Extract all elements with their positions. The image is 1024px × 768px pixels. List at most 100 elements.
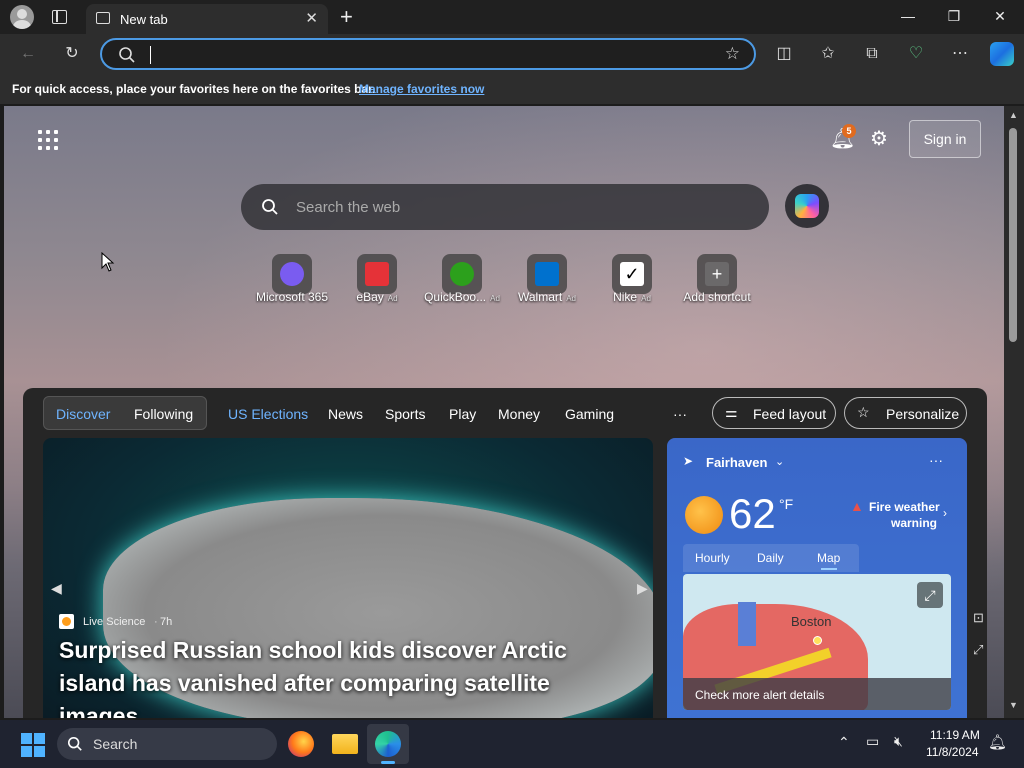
tab-discover[interactable]: Discover: [56, 406, 110, 422]
file-explorer-icon[interactable]: [332, 734, 358, 754]
page-scrollbar[interactable]: ▲ ▼: [1004, 106, 1024, 718]
favorites-bar: For quick access, place your favorites h…: [0, 74, 1024, 104]
restore-icon[interactable]: ❐: [944, 8, 964, 25]
web-search-placeholder: Search the web: [296, 199, 401, 216]
weather-alert-map[interactable]: Boston ⤢ Check more alert details: [683, 574, 951, 710]
shortcut-label[interactable]: Add shortcut: [672, 290, 762, 304]
nav-news[interactable]: News: [328, 406, 363, 422]
notification-center-bell-icon[interactable]: 🔔︎: [988, 733, 1007, 751]
tab-actions-icon[interactable]: [52, 10, 67, 24]
network-icon[interactable]: ▭: [866, 733, 879, 750]
shortcut-quickbooks[interactable]: [442, 254, 482, 294]
alert-chevron-icon[interactable]: ›: [943, 506, 947, 520]
favorite-star-icon[interactable]: ☆: [725, 44, 740, 64]
tab-daily[interactable]: Daily: [757, 551, 784, 565]
scroll-down-icon[interactable]: ▼: [1009, 700, 1018, 710]
profile-avatar[interactable]: [10, 5, 34, 29]
favorites-icon[interactable]: ✩: [818, 44, 838, 64]
browser-essentials-icon[interactable]: ♡: [906, 44, 926, 64]
tab-new-tab[interactable]: New tab ✕: [86, 4, 328, 34]
alert-line-1[interactable]: Fire weather: [869, 500, 940, 514]
shortcut-label[interactable]: QuickBoo... Ad: [417, 290, 507, 304]
microsoft365-icon: [280, 262, 304, 286]
tab-following[interactable]: Following: [134, 406, 193, 422]
volume-muted-icon[interactable]: 🔇︎: [894, 733, 903, 750]
nav-gaming[interactable]: Gaming: [565, 406, 614, 422]
firefox-icon[interactable]: [288, 731, 314, 757]
taskbar-search-box[interactable]: Search: [57, 728, 277, 760]
scroll-up-icon[interactable]: ▲: [1009, 110, 1018, 120]
split-screen-icon[interactable]: ◫: [774, 44, 794, 64]
expand-icon[interactable]: ⤢: [973, 642, 983, 658]
tab-map[interactable]: Map: [817, 551, 840, 565]
hero-story-card[interactable]: ◀ ▶ Live Science · 7h Surprised Russian …: [43, 438, 653, 718]
nav-money[interactable]: Money: [498, 406, 540, 422]
shortcut-label[interactable]: eBay Ad: [332, 290, 422, 304]
feed-layout-label: Feed layout: [753, 406, 827, 422]
start-windows-icon[interactable]: [21, 733, 45, 757]
scrollbar-thumb[interactable]: [1009, 128, 1017, 342]
feedback-image-icon[interactable]: ⊡: [973, 610, 984, 626]
shortcut-walmart[interactable]: [527, 254, 567, 294]
edge-taskbar-button[interactable]: [367, 724, 409, 764]
refresh-icon[interactable]: ↻: [62, 44, 82, 64]
nav-play[interactable]: Play: [449, 406, 476, 422]
personalize-button[interactable]: ☆ Personalize: [844, 397, 967, 429]
weather-card[interactable]: ➤ Fairhaven ⌄ ··· 62 °F ▲ Fire weather w…: [667, 438, 967, 718]
alert-details-bar[interactable]: Check more alert details: [683, 678, 951, 710]
story-headline[interactable]: Surprised Russian school kids discover A…: [59, 634, 629, 718]
shortcut-ebay[interactable]: [357, 254, 397, 294]
quickbooks-icon: [450, 262, 474, 286]
carousel-next-icon[interactable]: ▶: [637, 580, 648, 597]
shortcut-plus[interactable]: +: [697, 254, 737, 294]
story-age: 7h: [160, 616, 173, 628]
taskbar: Search ⌃ ▭ 🔇︎ 11:19 AM 11/8/2024 🔔︎: [0, 720, 1024, 768]
feed-layout-button[interactable]: ⚌ Feed layout: [712, 397, 836, 429]
back-icon[interactable]: ←: [18, 44, 38, 64]
alert-details-link: Check more alert details: [695, 688, 825, 702]
shortcut-label[interactable]: Nike Ad: [587, 290, 677, 304]
more-menu-icon[interactable]: ⋯: [950, 44, 970, 64]
close-tab-icon[interactable]: ✕: [305, 9, 318, 27]
settings-gear-icon[interactable]: ⚙: [870, 126, 888, 151]
nav-more-icon[interactable]: ···: [673, 406, 687, 422]
taskbar-search-icon: [67, 736, 82, 751]
shortcut-microsoft365[interactable]: [272, 254, 312, 294]
shortcut-label-text: QuickBoo...: [424, 290, 487, 304]
search-icon: [119, 47, 135, 63]
clock-date[interactable]: 11/8/2024: [926, 745, 979, 759]
new-tab-button[interactable]: +: [340, 4, 353, 30]
manage-favorites-link[interactable]: Manage favorites now: [359, 82, 484, 96]
mouse-cursor-icon: [101, 252, 115, 272]
copilot-icon[interactable]: [990, 42, 1014, 66]
shortcut-label[interactable]: Walmart Ad: [502, 290, 592, 304]
nav-us-elections[interactable]: US Elections: [228, 406, 308, 422]
map-expand-icon[interactable]: ⤢: [917, 582, 943, 608]
minimize-icon[interactable]: —: [898, 8, 918, 24]
web-search-box[interactable]: Search the web: [241, 184, 769, 230]
sign-in-button[interactable]: Sign in: [909, 120, 981, 158]
story-dot: ·: [154, 616, 158, 628]
source-logo-icon: [59, 614, 74, 629]
alert-line-2[interactable]: warning: [891, 516, 937, 530]
waffle-apps-icon[interactable]: [38, 130, 58, 150]
location-chevron-icon[interactable]: ⌄: [775, 455, 784, 468]
copilot-search-button[interactable]: [785, 184, 829, 228]
fire-alert-icon: ▲: [850, 498, 864, 514]
address-bar[interactable]: ☆: [100, 38, 756, 70]
tab-hourly[interactable]: Hourly: [695, 551, 730, 565]
nav-sports[interactable]: Sports: [385, 406, 425, 422]
shortcut-label[interactable]: Microsoft 365: [247, 290, 337, 304]
clock-time[interactable]: 11:19 AM: [930, 728, 980, 742]
show-hidden-icons-icon[interactable]: ⌃: [838, 734, 850, 751]
shortcut-nike[interactable]: ✓: [612, 254, 652, 294]
weather-more-icon[interactable]: ···: [929, 452, 943, 468]
carousel-prev-icon[interactable]: ◀: [51, 580, 62, 597]
collections-icon[interactable]: ⧉: [862, 44, 882, 64]
weather-location[interactable]: Fairhaven: [706, 455, 767, 470]
sparkle-star-icon: ☆: [857, 404, 870, 420]
close-window-icon[interactable]: ✕: [990, 8, 1010, 25]
new-tab-page: 🔔︎ 5 ⚙ Sign in Search the web Microsoft …: [4, 106, 1004, 718]
title-bar: New tab ✕ + — ❐ ✕: [0, 0, 1024, 34]
map-city-label: Boston: [791, 614, 832, 629]
